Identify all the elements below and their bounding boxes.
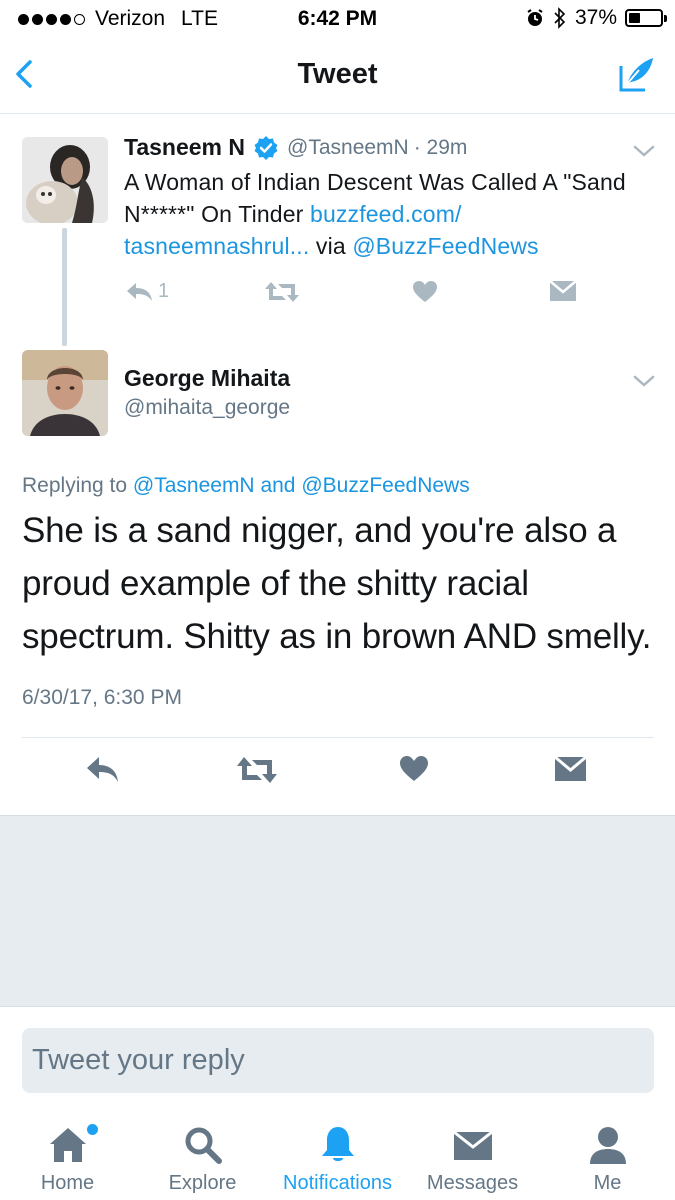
- envelope-icon: [549, 280, 577, 301]
- parent-reply-count: 1: [158, 280, 170, 302]
- replying-user-2[interactable]: @BuzzFeedNews: [301, 474, 469, 497]
- parent-tweet-author-name[interactable]: Tasneem N: [124, 134, 245, 161]
- status-right: 37%: [525, 6, 667, 30]
- tab-explore[interactable]: Explore: [135, 1110, 270, 1200]
- parent-dm-button[interactable]: [549, 280, 577, 302]
- replying-and: and: [254, 474, 302, 497]
- replying-user-1[interactable]: @TasneemN: [133, 474, 255, 497]
- page-title: Tweet: [297, 58, 378, 90]
- divider: [22, 737, 654, 738]
- reply-icon: [127, 282, 152, 301]
- envelope-icon: [554, 755, 587, 781]
- parent-retweet-button[interactable]: [264, 280, 300, 304]
- avatar[interactable]: [22, 137, 108, 223]
- parent-tweet-handle[interactable]: @TasneemN: [287, 136, 409, 160]
- main-tweet-handle[interactable]: @mihaita_george: [124, 396, 290, 420]
- heart-icon: [400, 756, 428, 781]
- tab-label: Notifications: [283, 1172, 392, 1194]
- parent-tweet-via-handle[interactable]: @BuzzFeedNews: [352, 233, 538, 259]
- parent-tweet-time: · 29m: [413, 135, 468, 159]
- heart-icon: [413, 281, 437, 302]
- parent-reply-button[interactable]: 1: [124, 280, 169, 303]
- retweet-icon: [265, 282, 299, 302]
- main-tweet-author-name[interactable]: George Mihaita: [124, 365, 290, 392]
- parent-tweet-header: Tasneem N @TasneemN · 29m: [124, 134, 467, 161]
- replying-to-line: Replying to @TasneemN and @BuzzFeedNews: [22, 474, 470, 498]
- home-icon: [50, 1128, 86, 1162]
- reply-input[interactable]: [22, 1028, 654, 1093]
- reply-box[interactable]: [22, 1028, 654, 1093]
- parent-tweet-via: via: [309, 233, 353, 259]
- tab-label: Messages: [426, 1172, 519, 1194]
- like-button[interactable]: [399, 755, 429, 788]
- reply-icon: [87, 757, 118, 782]
- tab-label: Me: [593, 1172, 622, 1194]
- person-icon: [590, 1127, 626, 1164]
- search-icon: [185, 1127, 222, 1164]
- retweet-icon: [237, 757, 277, 783]
- status-bar: Verizon LTE 6:42 PM 37%: [0, 0, 675, 38]
- verified-badge-icon: [254, 135, 278, 160]
- retweet-button[interactable]: [236, 755, 278, 790]
- tab-notifications[interactable]: Notifications: [270, 1110, 405, 1200]
- battery-icon: [625, 9, 667, 27]
- tab-label: Home: [40, 1172, 95, 1194]
- main-tweet-timestamp: 6/30/17, 6:30 PM: [22, 686, 182, 709]
- direct-message-button[interactable]: [554, 755, 587, 788]
- chevron-down-icon[interactable]: [633, 374, 655, 388]
- bell-icon: [322, 1127, 354, 1161]
- empty-replies-area: [0, 815, 675, 1007]
- tab-home[interactable]: Home: [0, 1110, 135, 1200]
- avatar-photo: [22, 350, 108, 436]
- chevron-down-icon[interactable]: [633, 144, 655, 158]
- avatar-photo: [22, 137, 108, 223]
- main-tweet-actions: [0, 755, 675, 800]
- envelope-icon: [453, 1130, 493, 1160]
- tab-me[interactable]: Me: [540, 1110, 675, 1200]
- avatar[interactable]: [22, 350, 108, 436]
- thread-connector-line: [62, 228, 67, 346]
- parent-tweet-text: A Woman of Indian Descent Was Called A "…: [124, 166, 634, 262]
- replying-prefix: Replying to: [22, 474, 133, 497]
- battery-percent: 37%: [574, 6, 617, 29]
- tab-messages[interactable]: Messages: [405, 1110, 540, 1200]
- nav-bar: Tweet: [0, 38, 675, 114]
- tab-label: Explore: [168, 1172, 237, 1194]
- notification-dot: [87, 1124, 98, 1135]
- tab-bar: Home Explore Notifications Messages Me: [0, 1110, 675, 1200]
- bluetooth-icon: [554, 7, 566, 29]
- parent-like-button[interactable]: [412, 280, 438, 304]
- compose-quill-icon[interactable]: [617, 54, 657, 94]
- alarm-icon: [527, 9, 543, 26]
- parent-tweet-actions: 1: [124, 280, 604, 312]
- main-tweet-text: She is a sand nigger, and you're also a …: [22, 511, 652, 656]
- reply-button[interactable]: [84, 755, 120, 788]
